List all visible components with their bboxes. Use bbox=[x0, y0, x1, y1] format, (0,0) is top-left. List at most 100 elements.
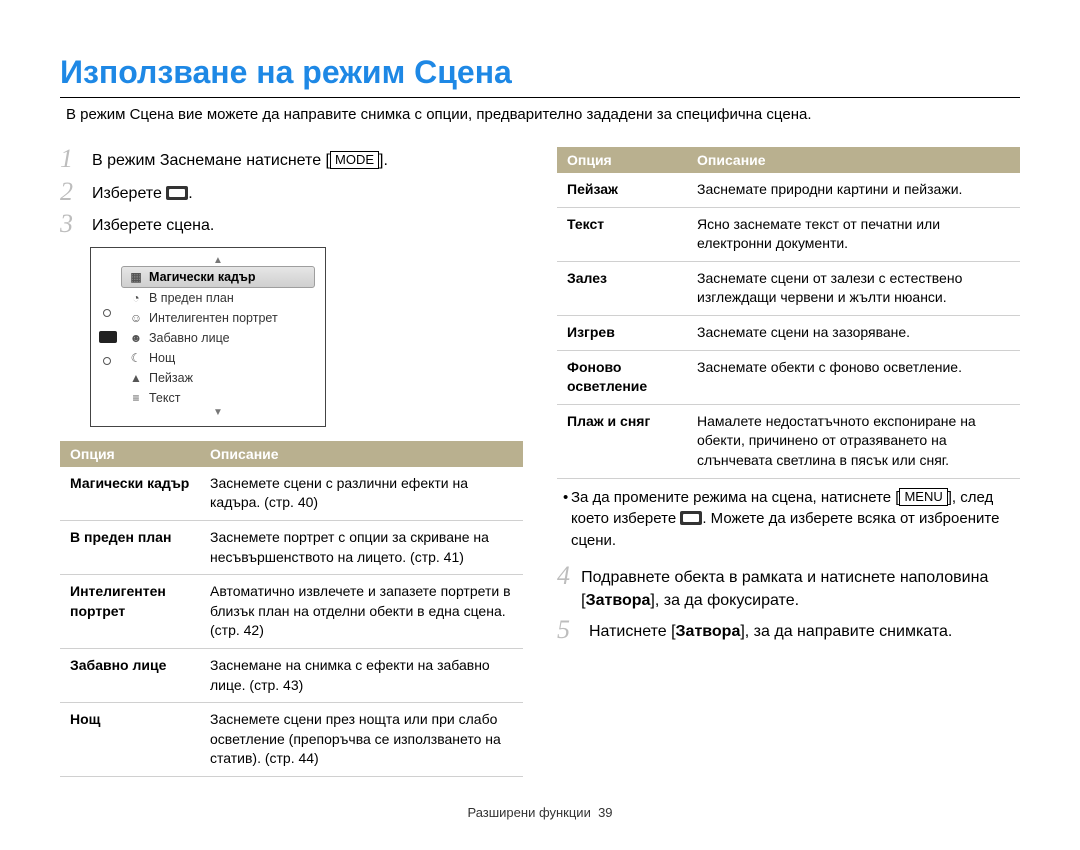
opt-desc: Заснемете сцени с различни ефекти на кад… bbox=[200, 467, 523, 521]
footer-page-number: 39 bbox=[598, 805, 612, 820]
side-icon-dot bbox=[103, 309, 111, 317]
opt-name: Нощ bbox=[60, 703, 200, 777]
scene-item[interactable]: ☺ Интелигентен портрет bbox=[121, 308, 315, 328]
two-column-layout: 1 В режим Заснемане натиснете [MODE]. 2 … bbox=[60, 141, 1020, 777]
table-row: ЗалезЗаснемате сцени от залези с естеств… bbox=[557, 261, 1020, 315]
opt-name: Залез bbox=[557, 261, 687, 315]
scene-item-icon: ≡ bbox=[129, 391, 143, 405]
scene-item[interactable]: ◔ В преден план bbox=[121, 288, 315, 308]
table-head-description: Описание bbox=[687, 147, 1020, 173]
table-row: В преден планЗаснемете портрет с опции з… bbox=[60, 520, 523, 574]
table-head-option: Опция bbox=[557, 147, 687, 173]
opt-name: Пейзаж bbox=[557, 173, 687, 207]
step-number: 2 bbox=[60, 178, 86, 207]
options-table-right: Опция Описание ПейзажЗаснемате природни … bbox=[557, 147, 1020, 479]
left-column: 1 В режим Заснемане натиснете [MODE]. 2 … bbox=[60, 141, 523, 777]
side-icon-dot bbox=[103, 357, 111, 365]
right-column: Опция Описание ПейзажЗаснемате природни … bbox=[557, 141, 1020, 777]
scene-item-label: Пейзаж bbox=[149, 371, 193, 385]
shutter-bold: Затвора bbox=[586, 592, 651, 609]
intro-text: В режим Сцена вие можете да направите сн… bbox=[66, 106, 1020, 123]
scene-item-icon: ◔ bbox=[129, 291, 143, 305]
step-4-post: ], за да фокусирате. bbox=[650, 592, 799, 609]
step-4: 4 Подравнете обекта в рамката и натиснет… bbox=[557, 562, 1020, 612]
opt-desc: Ясно заснемате текст от печатни или елек… bbox=[687, 207, 1020, 261]
table-row: ИзгревЗаснемате сцени на зазоряване. bbox=[557, 315, 1020, 350]
scene-item-icon: ☻ bbox=[129, 331, 143, 345]
table-row: Плаж и снягНамалете недостатъчното експо… bbox=[557, 404, 1020, 478]
step-5-post: ], за да направите снимката. bbox=[740, 623, 952, 640]
scene-item[interactable]: ≡ Текст bbox=[121, 388, 315, 408]
menu-button-label: MENU bbox=[899, 488, 947, 506]
step-5: 5 Натиснете [Затвора], за да направите с… bbox=[557, 616, 1020, 645]
step-1-pre: В режим Заснемане натиснете bbox=[92, 152, 326, 169]
table-row: ПейзажЗаснемате природни картини и пейза… bbox=[557, 173, 1020, 207]
scene-item[interactable]: ▲ Пейзаж bbox=[121, 368, 315, 388]
step-number: 1 bbox=[60, 145, 86, 174]
opt-desc: Заснемане на снимка с ефекти на забавно … bbox=[200, 648, 523, 702]
footer-section: Разширени функции bbox=[467, 805, 590, 820]
opt-desc: Заснемате сцени на зазоряване. bbox=[687, 315, 1020, 350]
opt-desc: Заснемете портрет с опции за скриване на… bbox=[200, 520, 523, 574]
table-row: Магически кадърЗаснемете сцени с различн… bbox=[60, 467, 523, 521]
step-3-text: Изберете сцена. bbox=[92, 210, 214, 237]
scene-item-icon: ▲ bbox=[129, 371, 143, 385]
title-separator bbox=[60, 97, 1020, 98]
table-head-description: Описание bbox=[200, 441, 523, 467]
opt-name: Интелигентен портрет bbox=[60, 575, 200, 649]
options-table-left: Опция Описание Магически кадърЗаснемете … bbox=[60, 441, 523, 777]
step-3: 3 Изберете сцена. bbox=[60, 210, 523, 239]
page-footer: Разширени функции 39 bbox=[60, 805, 1020, 820]
shutter-bold: Затвора bbox=[676, 623, 741, 640]
page-root: Използване на режим Сцена В режим Сцена … bbox=[0, 0, 1080, 850]
scene-item-label: Забавно лице bbox=[149, 331, 230, 345]
step-4-text: Подравнете обекта в рамката и натиснете … bbox=[581, 562, 1020, 612]
page-title: Използване на режим Сцена bbox=[60, 54, 1020, 91]
table-row: НощЗаснемете сцени през нощта или при сл… bbox=[60, 703, 523, 777]
mode-button-label: MODE bbox=[330, 151, 379, 169]
note-bullet: • За да промените режима на сцена, натис… bbox=[563, 487, 1020, 552]
opt-desc: Заснемате обекти с фоново осветление. bbox=[687, 350, 1020, 404]
step-1: 1 В режим Заснемане натиснете [MODE]. bbox=[60, 145, 523, 174]
camera-scene-menu: ▲ ▦ Магически кадър ◔ В преден план ☺ Интел… bbox=[90, 247, 326, 427]
step-number: 4 bbox=[557, 562, 575, 591]
scene-item-icon: ☾ bbox=[129, 351, 143, 365]
scene-item[interactable]: ▦ Магически кадър bbox=[121, 266, 315, 288]
step-1-post: . bbox=[383, 152, 387, 169]
table-row: Интелигентен портретАвтоматично извлечет… bbox=[60, 575, 523, 649]
note-pre: За да промените режима на сцена, натисне… bbox=[571, 489, 895, 506]
opt-name: В преден план bbox=[60, 520, 200, 574]
step-number: 3 bbox=[60, 210, 86, 239]
step-1-text: В режим Заснемане натиснете [MODE]. bbox=[92, 145, 388, 172]
scene-item-icon: ▦ bbox=[129, 270, 143, 284]
table-row: Фоново осветлениеЗаснемате обекти с фоно… bbox=[557, 350, 1020, 404]
opt-desc: Автоматично извлечете и запазете портрет… bbox=[200, 575, 523, 649]
scene-item-label: Нощ bbox=[149, 351, 175, 365]
opt-name: Фоново осветление bbox=[557, 350, 687, 404]
scene-icon bbox=[166, 186, 188, 200]
step-5-pre: Натиснете [ bbox=[589, 623, 676, 640]
camera-scene-list: ▲ ▦ Магически кадър ◔ В преден план ☺ Интел… bbox=[121, 256, 315, 418]
bullet-icon: • bbox=[563, 487, 571, 552]
scene-item-label: Текст bbox=[149, 391, 180, 405]
note-text: За да промените режима на сцена, натисне… bbox=[571, 487, 1020, 552]
opt-name: Изгрев bbox=[557, 315, 687, 350]
scene-item-label: Интелигентен портрет bbox=[149, 311, 278, 325]
scene-item-icon: ☺ bbox=[129, 311, 143, 325]
opt-name: Магически кадър bbox=[60, 467, 200, 521]
step-2-text: Изберете . bbox=[92, 178, 193, 205]
opt-name: Плаж и сняг bbox=[557, 404, 687, 478]
scroll-down-icon: ▼ bbox=[121, 408, 315, 418]
scene-item-label: В преден план bbox=[149, 291, 234, 305]
camera-side-icons bbox=[99, 256, 121, 418]
scene-item-label: Магически кадър bbox=[149, 270, 256, 284]
scene-item[interactable]: ☻ Забавно лице bbox=[121, 328, 315, 348]
side-icon-scene bbox=[99, 331, 117, 343]
step-number: 5 bbox=[557, 616, 583, 645]
scene-item[interactable]: ☾ Нощ bbox=[121, 348, 315, 368]
opt-desc: Намалете недостатъчното експониране на о… bbox=[687, 404, 1020, 478]
scene-icon bbox=[680, 511, 702, 525]
opt-desc: Заснемате сцени от залези с естествено и… bbox=[687, 261, 1020, 315]
table-row: Забавно лицеЗаснемане на снимка с ефекти… bbox=[60, 648, 523, 702]
table-head-option: Опция bbox=[60, 441, 200, 467]
